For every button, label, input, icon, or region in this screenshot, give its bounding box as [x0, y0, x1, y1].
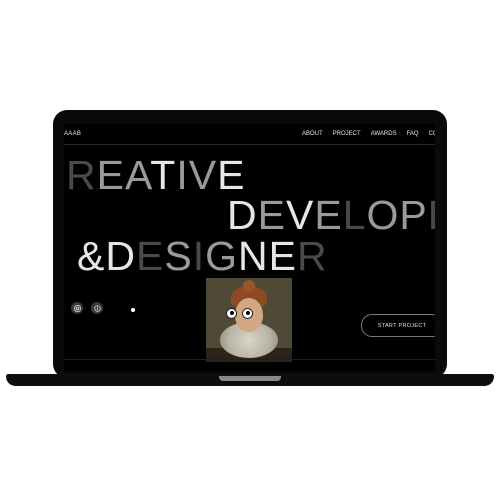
headline-letter: G	[205, 233, 238, 279]
nav-item-contact[interactable]: CO	[429, 131, 435, 137]
headline-letter: E	[96, 152, 125, 198]
headline-letter: P	[399, 192, 428, 238]
headline-letter: R	[66, 152, 97, 198]
headline-letter: D	[105, 233, 136, 279]
googly-eye-right	[242, 308, 253, 319]
googly-eye-left	[226, 308, 237, 319]
portrait-image	[206, 278, 292, 362]
headline-letter: D	[227, 192, 258, 238]
headline-letter: O	[366, 192, 400, 238]
headline-letter: E	[257, 192, 286, 238]
headline-letter: E	[135, 233, 165, 279]
main-nav: ABOUT PROJECT AWARDS FAQ CO	[302, 131, 435, 137]
headline-letter: E	[268, 233, 297, 279]
headline-letter: &	[77, 233, 106, 279]
headline-letter: R	[296, 233, 328, 279]
nav-divider	[64, 144, 435, 145]
cursor-dot	[131, 308, 135, 312]
headline-letter: E	[314, 192, 343, 238]
headline-letter: S	[164, 233, 193, 279]
headline-letter: A	[124, 152, 151, 198]
headline-letter: V	[188, 152, 218, 198]
headline-letter: I	[176, 152, 189, 198]
laptop-screen: AAAB ABOUT PROJECT AWARDS FAQ CO REATIVE…	[64, 124, 435, 371]
instagram-icon[interactable]	[71, 302, 83, 314]
headline-letter: L	[342, 192, 367, 238]
portrait-hair-top	[243, 280, 255, 292]
headline-line-3: &DESIGNER	[77, 236, 328, 277]
headline-letter: T	[150, 152, 177, 198]
nav-item-project[interactable]: PROJECT	[333, 131, 361, 137]
headline-letter: E	[428, 192, 435, 238]
nav-item-faq[interactable]: FAQ	[407, 131, 419, 137]
bottom-divider	[64, 359, 435, 360]
headline-line-2: DEVELOPE	[227, 195, 435, 236]
headline-letter: V	[285, 192, 315, 238]
headline-letter: N	[238, 233, 269, 279]
laptop-notch	[219, 376, 281, 381]
site-logo[interactable]: AAAB	[64, 131, 81, 137]
info-icon[interactable]	[91, 302, 103, 314]
headline-letter: I	[192, 233, 206, 279]
start-project-button[interactable]: START PROJECT	[361, 314, 435, 337]
headline-line-1: REATIVE	[66, 155, 245, 196]
nav-item-awards[interactable]: AWARDS	[371, 131, 397, 137]
nav-item-about[interactable]: ABOUT	[302, 131, 323, 137]
